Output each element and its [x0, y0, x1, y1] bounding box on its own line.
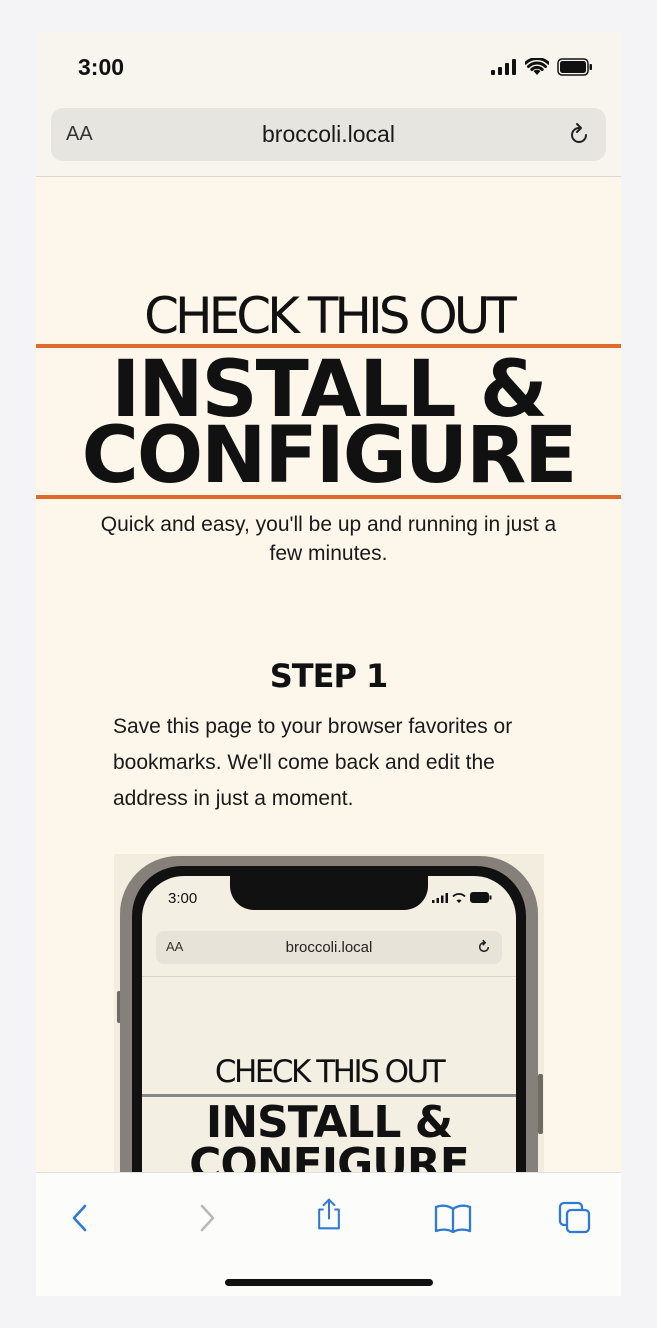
battery-icon [557, 58, 592, 76]
illustration-phone-frame: 3:00 AA broccoli.local CHECK THIS OUT IN… [120, 856, 538, 1172]
illustration-wifi-icon [452, 892, 466, 903]
status-icons [491, 58, 593, 76]
back-icon[interactable] [64, 1201, 98, 1235]
illustration-signal-icon [432, 892, 448, 903]
illustration-divider [142, 976, 516, 977]
illustration-headline-line-2: CONFIGURE [189, 1139, 470, 1173]
illustration-power-button [538, 1074, 543, 1134]
accent-rule-bottom [36, 495, 621, 499]
web-content: CHECK THIS OUT INSTALL & CONFIGURE Quick… [36, 177, 621, 1172]
illustration-address-bar: AA broccoli.local [156, 931, 502, 964]
page-kicker: CHECK THIS OUT [144, 287, 517, 345]
illustration-reload-icon [478, 939, 490, 953]
address-bar[interactable]: AA broccoli.local [51, 108, 606, 161]
illustration-status-icons [432, 892, 492, 903]
cellular-signal-icon [491, 59, 516, 75]
address-text[interactable]: broccoli.local [51, 121, 606, 148]
illustration-phone-bezel: 3:00 AA broccoli.local CHECK THIS OUT IN… [132, 866, 526, 1172]
illustration-phone-screen: 3:00 AA broccoli.local CHECK THIS OUT IN… [142, 876, 516, 1172]
illustration-headline-line-1: INSTALL & [205, 1097, 453, 1148]
status-time: 3:00 [78, 54, 125, 80]
bookmarks-icon[interactable] [434, 1201, 472, 1235]
headline-line-2: CONFIGURE [81, 411, 578, 501]
forward-icon[interactable] [189, 1201, 223, 1235]
step-body: Save this page to your browser favorites… [113, 715, 513, 810]
illustration-notch [230, 876, 428, 910]
browser-toolbar [36, 1172, 621, 1296]
share-icon[interactable] [312, 1197, 346, 1231]
phone-screen: 3:00 AA broccoli.local CHECK THIS OUT IN… [36, 32, 621, 1296]
page-subtitle: Quick and easy, you'll be up and running… [100, 513, 557, 565]
status-bar: 3:00 [36, 32, 621, 104]
step-title: STEP 1 [269, 657, 389, 695]
wifi-icon [525, 58, 549, 75]
illustration-battery-icon [470, 892, 492, 903]
home-indicator[interactable] [225, 1279, 433, 1286]
browser-address-area: AA broccoli.local [36, 104, 621, 177]
illustration-time: 3:00 [168, 890, 198, 907]
reload-icon[interactable] [566, 122, 592, 148]
phone-illustration: 3:00 AA broccoli.local CHECK THIS OUT IN… [114, 854, 544, 1172]
illustration-kicker: CHECK THIS OUT [214, 1054, 446, 1090]
tabs-icon[interactable] [558, 1201, 592, 1235]
illustration-address: broccoli.local [285, 939, 373, 956]
